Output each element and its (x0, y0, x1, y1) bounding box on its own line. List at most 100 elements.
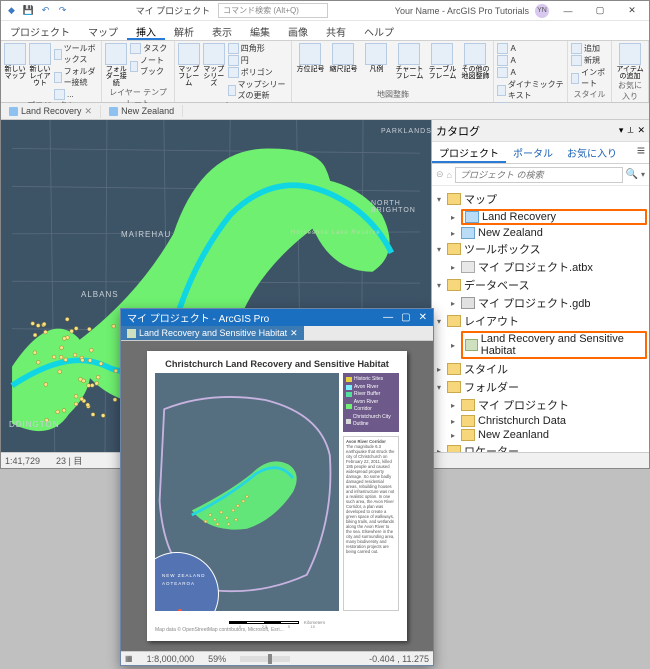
back-icon[interactable]: ⊝ (436, 169, 444, 180)
close-button[interactable]: ✕ (619, 3, 645, 19)
layout-mapframe[interactable]: NEW ZEALAND AOTEAROA Christchurch (155, 373, 339, 611)
ribbon-small-button[interactable]: タスク (130, 43, 171, 54)
minimize-button[interactable]: — (383, 312, 393, 323)
close-button[interactable]: ✕ (419, 312, 427, 323)
undo-icon[interactable]: ↶ (39, 4, 52, 17)
layout-view-tab[interactable]: Land Recovery and Sensitive Habitat ✕ (121, 326, 304, 340)
redo-icon[interactable]: ↷ (56, 4, 69, 17)
db-icon (461, 297, 475, 309)
ribbon-small-button[interactable]: A (497, 43, 564, 54)
ribbon-small-button[interactable]: ポリゴン (228, 67, 289, 78)
ribbon-small-button[interactable]: ツールボックス (54, 43, 98, 65)
brand-label: Your Name - ArcGIS Pro Tutorials (395, 6, 529, 16)
ribbon-small-button[interactable]: フォルダー接続 (54, 66, 98, 88)
ribbon-button[interactable]: テーブルフレーム (427, 43, 457, 80)
hamburger-icon[interactable]: ≡ (633, 142, 649, 163)
layout-scale-display[interactable]: 1:8,000,000 (147, 654, 195, 664)
catalog-titlebar: カタログ ▾ ⟂ ✕ (432, 120, 649, 142)
ribbon-tab-0[interactable]: プロジェクト (1, 21, 79, 40)
ribbon-small-button[interactable]: 新規 (571, 55, 608, 66)
maximize-button[interactable]: ▢ (401, 312, 410, 323)
ribbon-small-button[interactable]: インポート (571, 67, 608, 89)
tree-node[interactable]: ▸Land Recovery (434, 208, 647, 226)
view-tab[interactable]: Land Recovery✕ (1, 105, 101, 118)
ly-icon (465, 339, 478, 351)
ribbon-tab-1[interactable]: マップ (79, 21, 127, 40)
project-icon[interactable]: ◆ (5, 4, 18, 17)
fld-icon (461, 399, 475, 411)
minimize-button[interactable]: — (555, 3, 581, 19)
dropdown-icon[interactable]: ▾ (619, 125, 624, 136)
ribbon-button[interactable]: 縮尺記号 (328, 43, 358, 73)
catalog-tab[interactable]: プロジェクト (432, 142, 506, 163)
ribbon-tab-3[interactable]: 解析 (165, 21, 203, 40)
home-icon[interactable]: ⌂ (447, 170, 452, 180)
tree-node[interactable]: ▸マイ プロジェクト (434, 396, 647, 414)
zoom-slider[interactable] (240, 656, 290, 662)
pin-icon[interactable]: ⟂ (627, 125, 633, 136)
ribbon-group-label: スタイル (571, 89, 608, 100)
story-body: The magnitude 6.3 earthquake that struck… (346, 444, 394, 555)
tree-node[interactable]: ▸New Zealand (434, 226, 647, 240)
ribbon-small-button[interactable]: A (497, 67, 564, 78)
ribbon-button[interactable]: フォルダー接続 (105, 43, 127, 87)
layout-canvas[interactable]: Christchurch Land Recovery and Sensitive… (121, 341, 433, 651)
tree-node[interactable]: ▸マイ プロジェクト.gdb (434, 294, 647, 312)
command-search[interactable]: コマンド検索 (Alt+Q) (218, 3, 328, 18)
ribbon-button[interactable]: 凡例 (361, 43, 391, 73)
ribbon-tab-4[interactable]: 表示 (203, 21, 241, 40)
ribbon-small-button[interactable]: マップシリーズの更新 (228, 79, 289, 101)
tree-node[interactable]: ▾マップ (434, 190, 647, 208)
ribbon-button[interactable]: 方位記号 (295, 43, 325, 73)
layout-story: Avon River Corridor The magnitude 6.3 ea… (343, 436, 399, 612)
tree-node[interactable]: ▾ツールボックス (434, 240, 647, 258)
map-icon (465, 211, 479, 223)
ribbon-tab-8[interactable]: ヘルプ (355, 21, 403, 40)
ribbon-small-button[interactable]: ダイナミックテキスト (497, 79, 564, 101)
tree-node[interactable]: ▸Christchurch Data (434, 414, 647, 428)
tree-node[interactable]: ▸Land Recovery and Sensitive Habitat (434, 330, 647, 360)
tree-node[interactable]: ▸ロケーター (434, 442, 647, 452)
ribbon-small-button[interactable]: ノートブック (130, 55, 171, 77)
ribbon-button[interactable]: マップフレーム (178, 43, 200, 87)
ribbon-tab-2[interactable]: 挿入 (127, 21, 165, 40)
search-dropdown-icon[interactable]: ▾ (641, 170, 645, 179)
ribbon-small-button[interactable]: 四角形 (228, 43, 289, 54)
tree-node[interactable]: ▾レイアウト (434, 312, 647, 330)
ribbon-button[interactable]: その他の地図整飾 (460, 43, 490, 80)
ribbon-button[interactable]: 新しいマップ (4, 43, 26, 80)
ribbon-button[interactable]: アイテムの追加 (615, 43, 645, 80)
search-icon[interactable]: 🔍 (626, 169, 638, 180)
maximize-button[interactable]: ▢ (587, 3, 613, 19)
user-badge[interactable]: YN (535, 4, 549, 18)
layout-zoom-display[interactable]: 59% (208, 654, 226, 664)
ribbon-group: 方位記号縮尺記号凡例チャートフレームテーブルフレームその他の地図整飾地図整飾 (292, 41, 494, 102)
catalog-tab[interactable]: ポータル (506, 142, 560, 163)
catalog-tab[interactable]: お気に入り (560, 142, 624, 163)
tree-node[interactable]: ▸スタイル (434, 360, 647, 378)
ribbon-tab-6[interactable]: 画像 (279, 21, 317, 40)
save-icon[interactable]: 💾 (22, 4, 35, 17)
catalog-search-input[interactable] (455, 167, 623, 183)
tree-node[interactable]: ▾データベース (434, 276, 647, 294)
view-tab[interactable]: New Zealand (101, 105, 183, 117)
globe-marker (178, 609, 182, 611)
ribbon-small-button[interactable]: ... (54, 89, 98, 100)
tree-node[interactable]: ▾フォルダー (434, 378, 647, 396)
ribbon-small-button[interactable]: 追加 (571, 43, 608, 54)
tree-node[interactable]: ▸New Zeanland (434, 428, 647, 442)
ribbon-tab-7[interactable]: 共有 (317, 21, 355, 40)
ribbon-button[interactable]: 新しいレイアウト (29, 43, 51, 87)
scale-display[interactable]: 1:41,729 (5, 456, 40, 466)
tree-node[interactable]: ▸マイ プロジェクト.atbx (434, 258, 647, 276)
ribbon-small-button[interactable]: 円 (228, 55, 289, 66)
ribbon-button[interactable]: マップシリーズ (203, 43, 225, 87)
close-icon[interactable]: ✕ (85, 106, 93, 117)
close-icon[interactable]: ✕ (290, 328, 298, 339)
ribbon-tab-5[interactable]: 編集 (241, 21, 279, 40)
ribbon-button[interactable]: チャートフレーム (394, 43, 424, 80)
close-icon[interactable]: ✕ (637, 125, 645, 136)
layout-titlebar[interactable]: マイ プロジェクト - ArcGIS Pro — ▢ ✕ (121, 309, 433, 326)
ribbon-small-button[interactable]: A (497, 55, 564, 66)
catalog-pane: カタログ ▾ ⟂ ✕ プロジェクトポータルお気に入り ≡ ⊝ ⌂ 🔍 ▾ ▾マップ… (431, 120, 649, 452)
